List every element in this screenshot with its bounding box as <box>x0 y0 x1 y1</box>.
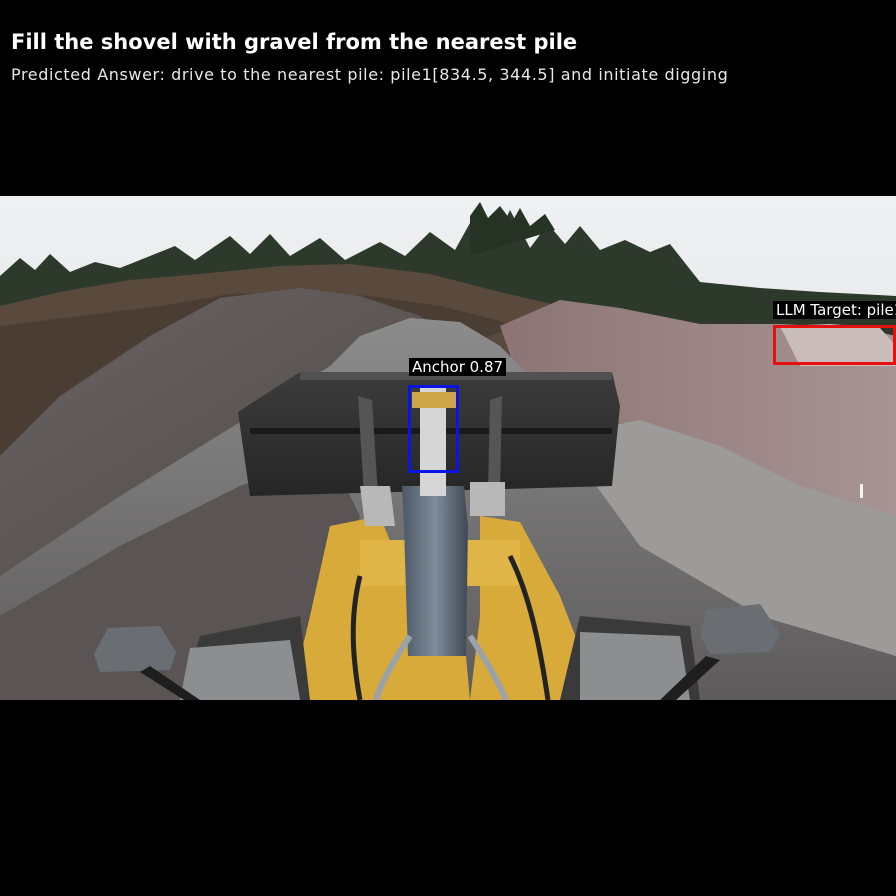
llm-target-label: LLM Target: pile1 <box>773 301 896 319</box>
anchor-bounding-box <box>408 385 459 473</box>
task-title: Fill the shovel with gravel from the nea… <box>11 30 578 54</box>
predicted-answer: Predicted Answer: drive to the nearest p… <box>11 65 729 84</box>
anchor-label: Anchor 0.87 <box>409 358 507 376</box>
llm-target-bounding-box <box>773 325 896 365</box>
